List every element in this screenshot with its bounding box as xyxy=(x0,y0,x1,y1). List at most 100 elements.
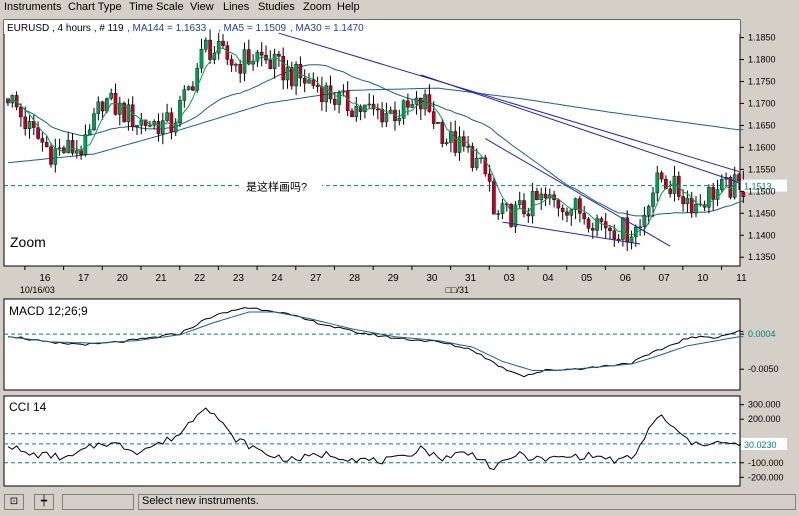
candle-body xyxy=(182,89,187,101)
candle-body xyxy=(74,150,79,154)
candle-body xyxy=(616,238,621,241)
crosshair-button[interactable]: ┿ xyxy=(34,494,54,510)
menu-zoom[interactable]: Zoom xyxy=(303,1,331,13)
candle-body xyxy=(23,116,28,129)
price-panel xyxy=(3,19,741,267)
menu-studies[interactable]: Studies xyxy=(258,1,295,13)
time-axis-label: 27 xyxy=(310,273,322,284)
candle-body xyxy=(87,129,92,135)
candle-body xyxy=(397,118,402,122)
price-y-tick-label: 1.1650 xyxy=(748,120,776,130)
cci-title: CCI 14 xyxy=(9,400,47,414)
candle-body xyxy=(109,92,113,99)
crosshair-icon: ┿ xyxy=(40,496,48,507)
time-axis-label: 16 xyxy=(39,273,51,284)
candle-body xyxy=(100,101,105,112)
candle-body xyxy=(466,146,470,148)
menu-time-scale[interactable]: Time Scale xyxy=(129,1,184,13)
time-axis-label: 28 xyxy=(349,273,361,284)
candle xyxy=(483,154,488,177)
candle-body xyxy=(221,40,225,46)
chart-svg[interactable]: EURUSD , 4 hours , # 119, MA144 = 1.1633… xyxy=(0,17,799,491)
candle-body xyxy=(36,127,40,139)
candle-body xyxy=(565,211,569,216)
candle-body xyxy=(517,200,522,206)
candle-body xyxy=(474,157,479,168)
candle-body xyxy=(191,86,195,91)
candle-body xyxy=(500,203,505,214)
candle-body xyxy=(578,198,582,214)
candle-body xyxy=(629,236,634,243)
price-y-tick-label: 1.1350 xyxy=(748,252,776,262)
menu-view[interactable]: View xyxy=(190,1,214,13)
candle-body xyxy=(259,51,264,56)
candle-body xyxy=(290,67,294,87)
candle-body xyxy=(135,124,139,127)
candle-body xyxy=(694,203,698,214)
price-header-indicator: , MA30 = 1.1470 xyxy=(290,23,364,34)
chart-annotation: 是这样画吗? xyxy=(246,180,307,194)
price-y-tick-label: 1.1700 xyxy=(748,98,776,108)
candle-body xyxy=(148,125,152,127)
candle-body xyxy=(242,49,247,74)
candle-body xyxy=(199,49,204,69)
candle-body xyxy=(229,59,234,66)
candle-body xyxy=(655,172,660,194)
candle-body xyxy=(268,59,273,69)
candle-body xyxy=(573,198,578,210)
candle-body xyxy=(272,53,277,69)
status-bar: ⊡ ┿ Select new instruments. xyxy=(0,491,799,516)
candle xyxy=(470,142,475,172)
candle-body xyxy=(294,64,298,87)
price-y-tick-label: 1.1600 xyxy=(748,142,776,152)
candle-body xyxy=(130,104,135,127)
candle-body xyxy=(711,187,715,200)
menu-chart-type[interactable]: Chart Type xyxy=(68,1,122,13)
candle-body xyxy=(453,131,458,153)
candle-body xyxy=(560,207,565,213)
chart-area[interactable]: EURUSD , 4 hours , # 119, MA144 = 1.1633… xyxy=(0,17,799,491)
candle-body xyxy=(337,91,341,105)
menu-help[interactable]: Help xyxy=(337,1,360,13)
candle-body xyxy=(685,197,690,205)
candle-body xyxy=(371,103,376,110)
candle-body xyxy=(513,204,518,227)
price-y-tick-label: 1.1750 xyxy=(748,77,776,87)
macd-y-tick-label: 0.0004 xyxy=(748,329,776,339)
time-axis-label: 11 xyxy=(736,273,747,284)
time-axis-label: 07 xyxy=(659,273,671,284)
status-text: Select new instruments. xyxy=(142,495,259,507)
menu-instruments[interactable]: Instruments xyxy=(4,1,61,13)
candle-body xyxy=(681,196,685,205)
candle-body xyxy=(298,64,303,79)
candle-body xyxy=(203,39,208,50)
candle-body xyxy=(27,121,32,129)
window-icon: ⊡ xyxy=(9,496,19,507)
candle-body xyxy=(586,218,591,229)
time-axis-date-label: 10/16/03 xyxy=(20,285,55,295)
time-axis-label: 17 xyxy=(78,273,90,284)
cci-y-tick-label: 200.000 xyxy=(748,414,781,424)
candle xyxy=(122,101,126,123)
time-axis-label: 22 xyxy=(194,273,206,284)
candle-body xyxy=(737,174,741,181)
time-axis-label: 29 xyxy=(388,273,400,284)
candle-body xyxy=(160,120,165,135)
candle-body xyxy=(436,122,440,124)
candle-body xyxy=(79,150,83,156)
candle-body xyxy=(19,106,23,118)
time-axis-label: 31 xyxy=(465,273,477,284)
candle-body xyxy=(165,112,169,121)
instruments-button[interactable]: ⊡ xyxy=(4,494,24,510)
candle-body xyxy=(315,85,320,88)
price-y-tick-label: 1.1400 xyxy=(748,230,776,240)
candle-body xyxy=(208,39,212,60)
candle-body xyxy=(608,227,612,231)
time-axis-label: 04 xyxy=(542,273,554,284)
time-axis-label: 06 xyxy=(620,273,632,284)
price-header-symbol: EURUSD , 4 hours , # 119 xyxy=(7,23,124,34)
menu-lines[interactable]: Lines xyxy=(223,1,249,13)
candle xyxy=(178,95,182,127)
candle-body xyxy=(414,97,419,105)
candle xyxy=(509,203,513,228)
